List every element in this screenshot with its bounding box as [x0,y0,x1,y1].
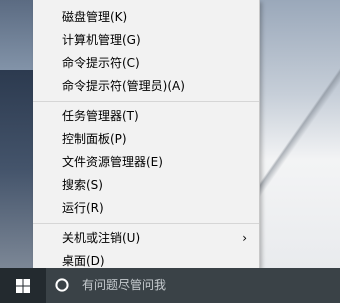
menu-item-search[interactable]: 搜索(S) [33,174,259,196]
windows-logo-icon [16,279,30,293]
win-x-context-menu: 磁盘管理(K) 计算机管理(G) 命令提示符(C) 命令提示符(管理员)(A) … [33,0,260,268]
start-button[interactable] [0,268,46,303]
menu-item-control-panel[interactable]: 控制面板(P) [33,128,259,150]
menu-item-label: 命令提示符(管理员)(A) [62,79,185,93]
search-input[interactable]: 有问题尽管问我 [46,268,340,303]
menu-item-shutdown-signout[interactable]: 关机或注销(U) › [33,227,259,249]
menu-item-label: 命令提示符(C) [62,56,140,70]
menu-item-label: 计算机管理(G) [62,33,141,47]
menu-item-label: 关机或注销(U) [62,231,141,245]
menu-item-label: 任务管理器(T) [62,109,139,123]
menu-item-disk-management[interactable]: 磁盘管理(K) [33,6,259,28]
menu-item-task-manager[interactable]: 任务管理器(T) [33,105,259,127]
menu-item-label: 文件资源管理器(E) [62,155,163,169]
menu-item-label: 控制面板(P) [62,132,127,146]
menu-item-label: 运行(R) [62,201,104,215]
menu-item-file-explorer[interactable]: 文件资源管理器(E) [33,151,259,173]
chevron-right-icon: › [242,231,247,245]
menu-item-computer-management[interactable]: 计算机管理(G) [33,29,259,51]
menu-separator [33,101,259,102]
wallpaper-snow-right [258,0,340,268]
menu-item-label: 搜索(S) [62,178,103,192]
search-placeholder: 有问题尽管问我 [82,278,167,292]
menu-separator [33,223,259,224]
taskbar: 有问题尽管问我 [0,268,340,303]
menu-item-label: 磁盘管理(K) [62,10,128,24]
menu-item-run[interactable]: 运行(R) [33,197,259,219]
menu-item-command-prompt[interactable]: 命令提示符(C) [33,52,259,74]
cortana-circle-icon [55,278,69,292]
menu-item-command-prompt-admin[interactable]: 命令提示符(管理员)(A) [33,75,259,97]
